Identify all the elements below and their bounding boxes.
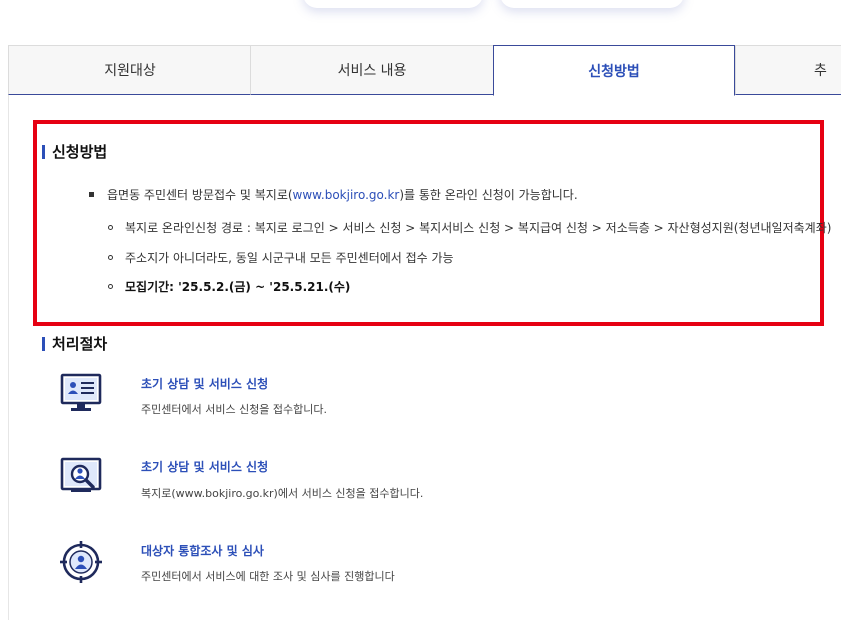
circle-bullet-icon: [108, 255, 113, 260]
circle-bullet-icon: [108, 284, 113, 289]
tab-more[interactable]: 추: [735, 45, 841, 95]
step-desc: 주민센터에서 서비스 신청을 접수합니다.: [141, 403, 328, 416]
title-bar: [42, 336, 45, 351]
top-card-partial: [303, 0, 483, 8]
page: 지원대상 서비스 내용 신청방법 추 신청방법 읍면동 주민센터 방문접수 및 …: [0, 0, 841, 620]
sub-item-text: 복지로 온라인신청 경로 : 복지로 로그인 > 서비스 신청 > 복지서비스 …: [125, 221, 832, 235]
bullet-text-suffix: )를 통한 온라인 신청이 가능합니다.: [399, 188, 578, 202]
tab-service-content[interactable]: 서비스 내용: [250, 45, 493, 95]
sub-item-period: 모집기간: '25.5.2.(금) ~ '25.5.21.(수): [108, 278, 350, 295]
apply-main-bullet: 읍면동 주민센터 방문접수 및 복지로(www.bokjiro.go.kr)를 …: [89, 186, 578, 203]
monitor-search-icon: [58, 455, 104, 501]
sub-item-any-center: 주소지가 아니더라도, 동일 시군구내 모든 주민센터에서 접수 가능: [108, 249, 454, 266]
monitor-document-icon: [58, 371, 104, 417]
apply-title-text: 신청방법: [52, 143, 108, 161]
tab-eligibility[interactable]: 지원대상: [8, 45, 251, 95]
square-bullet-icon: [89, 192, 94, 197]
step-title: 초기 상담 및 서비스 신청: [141, 377, 269, 391]
step-desc: 주민센터에서 서비스에 대한 조사 및 심사를 진행합니다: [141, 570, 395, 583]
tab-label: 서비스 내용: [337, 63, 407, 79]
process-title-text: 처리절차: [52, 335, 108, 353]
top-card-partial: [500, 0, 684, 8]
circle-bullet-icon: [108, 225, 113, 230]
process-section-title: 처리절차: [42, 333, 107, 354]
tab-bar: 지원대상 서비스 내용 신청방법 추: [8, 45, 841, 96]
bokjiro-link[interactable]: www.bokjiro.go.kr: [293, 188, 400, 202]
apply-section-title: 신청방법: [42, 141, 107, 162]
sub-item-text: 주소지가 아니더라도, 동일 시군구내 모든 주민센터에서 접수 가능: [125, 251, 454, 265]
tab-how-to-apply[interactable]: 신청방법: [493, 45, 735, 96]
step-title: 대상자 통합조사 및 심사: [141, 544, 264, 558]
tab-label: 추: [814, 63, 827, 79]
step-desc: 복지로(www.bokjiro.go.kr)에서 서비스 신청을 접수합니다.: [141, 487, 424, 500]
tab-label: 신청방법: [588, 63, 640, 80]
tab-label: 지원대상: [104, 63, 156, 79]
target-person-icon: [58, 539, 104, 585]
sub-item-online-path: 복지로 온라인신청 경로 : 복지로 로그인 > 서비스 신청 > 복지서비스 …: [108, 219, 831, 236]
content-border: [8, 95, 9, 620]
step-title: 초기 상담 및 서비스 신청: [141, 460, 269, 474]
bullet-text-prefix: 읍면동 주민센터 방문접수 및 복지로(: [107, 188, 293, 202]
title-bar: [42, 144, 45, 159]
sub-item-text: 모집기간: '25.5.2.(금) ~ '25.5.21.(수): [125, 280, 351, 294]
